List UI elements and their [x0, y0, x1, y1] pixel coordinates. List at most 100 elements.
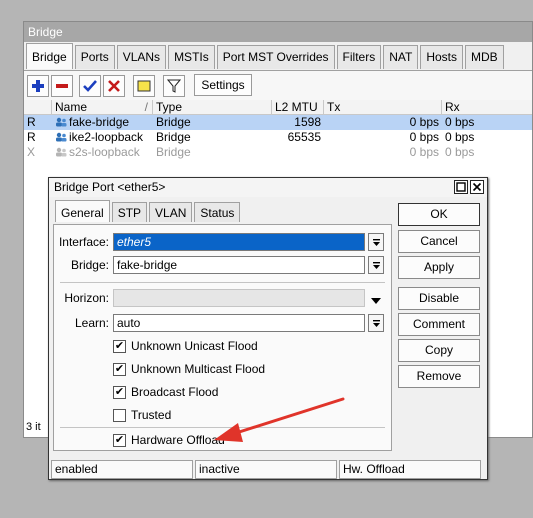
unknown-unicast-flood-checkbox[interactable]: ✔: [113, 340, 126, 353]
tab-status[interactable]: Status: [194, 202, 241, 222]
dialog-title: Bridge Port <ether5>: [54, 180, 166, 194]
tab-filters[interactable]: Filters: [336, 45, 382, 69]
ok-button[interactable]: OK: [398, 203, 480, 226]
interface-label: Interface:: [58, 235, 109, 249]
maximize-button[interactable]: [454, 180, 468, 194]
learn-dropdown-button[interactable]: [368, 314, 384, 332]
bridge-window-title: Bridge: [24, 22, 532, 42]
status-enabled: enabled: [51, 460, 193, 479]
maximize-icon: [456, 182, 466, 192]
hardware-offload-checkbox[interactable]: ✔: [113, 434, 126, 447]
apply-button[interactable]: Apply: [398, 256, 480, 279]
interface-select[interactable]: ether5: [113, 233, 365, 251]
settings-button[interactable]: Settings: [194, 74, 252, 96]
dialog-titlebar: Bridge Port <ether5>: [49, 178, 487, 197]
filter-button[interactable]: [163, 75, 185, 97]
divider: [60, 427, 385, 428]
enable-button[interactable]: [79, 75, 101, 97]
cancel-button[interactable]: Cancel: [398, 230, 480, 253]
table-row[interactable]: X s2s-loopback Bridge 0 bps 0 bps: [24, 145, 532, 160]
column-header-flag[interactable]: [24, 100, 52, 114]
tab-bridge[interactable]: Bridge: [26, 43, 73, 69]
tab-general[interactable]: General: [55, 200, 110, 222]
trusted-checkbox[interactable]: [113, 409, 126, 422]
item-count: 3 it: [26, 421, 41, 433]
copy-button[interactable]: Copy: [398, 339, 480, 362]
column-header-tx[interactable]: Tx: [324, 100, 442, 114]
disable-button[interactable]: [103, 75, 125, 97]
table-row[interactable]: R fake-bridge Bridge 1598 0 bps 0 bps: [24, 115, 532, 130]
status-hw-offload: Hw. Offload: [339, 460, 481, 479]
bridge-interface-icon: [56, 147, 67, 157]
checkmark-icon: [83, 80, 97, 92]
column-header-type[interactable]: Type: [153, 100, 272, 114]
comment-button[interactable]: [133, 75, 155, 97]
bridge-select[interactable]: fake-bridge: [113, 256, 365, 274]
disable-button[interactable]: Disable: [398, 287, 480, 310]
horizon-label: Horizon:: [64, 291, 109, 305]
trusted-label: Trusted: [131, 408, 172, 422]
status-running: inactive: [195, 460, 337, 479]
interface-dropdown-button[interactable]: [368, 233, 384, 251]
tab-nat[interactable]: NAT: [383, 45, 419, 69]
row-tx: 0 bps: [409, 130, 439, 144]
bridge-label: Bridge:: [70, 258, 109, 272]
row-l2mtu: [272, 145, 324, 160]
unknown-unicast-flood-label: Unknown Unicast Flood: [131, 339, 258, 353]
column-header-name[interactable]: Name /: [52, 100, 153, 114]
tab-vlan[interactable]: VLAN: [149, 202, 193, 222]
row-l2mtu: 1598: [294, 115, 321, 129]
bridge-interface-icon: [56, 117, 67, 127]
toolbar: Settings: [24, 70, 532, 100]
tab-mdb[interactable]: MDB: [465, 45, 504, 69]
horizon-input[interactable]: [113, 289, 365, 307]
tab-ports[interactable]: Ports: [74, 45, 115, 69]
dropdown-arrow-icon: [372, 261, 380, 269]
table-row[interactable]: R ike2-loopback Bridge 65535 0 bps 0 bps: [24, 130, 532, 145]
close-button[interactable]: [470, 180, 484, 194]
table-header: Name / Type L2 MTU Tx Rx: [24, 100, 532, 115]
comment-button[interactable]: Comment: [398, 313, 480, 336]
divider: [60, 282, 385, 283]
row-flag: R: [27, 115, 36, 129]
row-tx: 0 bps: [409, 145, 439, 159]
row-rx: 0 bps: [445, 145, 475, 159]
tab-vlans[interactable]: VLANs: [116, 45, 167, 69]
unknown-multicast-flood-checkbox[interactable]: ✔: [113, 363, 126, 376]
row-type: Bridge: [156, 130, 191, 144]
remove-button[interactable]: [51, 75, 73, 97]
broadcast-flood-checkbox[interactable]: ✔: [113, 386, 126, 399]
remove-button[interactable]: Remove: [398, 365, 480, 388]
triangle-down-icon: [371, 298, 381, 304]
bridge-interface-icon: [56, 132, 67, 142]
hardware-offload-label: Hardware Offload: [131, 433, 225, 447]
column-header-rx[interactable]: Rx: [442, 100, 532, 114]
checkmark-icon: ✔: [114, 363, 125, 375]
sort-indicator-icon: /: [144, 100, 148, 114]
unknown-multicast-flood-label: Unknown Multicast Flood: [131, 362, 266, 376]
row-flag: R: [27, 130, 36, 144]
tab-hosts[interactable]: Hosts: [420, 45, 464, 69]
row-name: fake-bridge: [52, 115, 153, 130]
filter-icon: [167, 79, 181, 93]
row-name: ike2-loopback: [52, 130, 153, 145]
row-tx: 0 bps: [409, 115, 439, 129]
tab-port-mst-overrides[interactable]: Port MST Overrides: [216, 45, 335, 69]
column-header-l2mtu[interactable]: L2 MTU: [272, 100, 324, 114]
bridge-dropdown-button[interactable]: [368, 256, 384, 274]
checkmark-icon: ✔: [114, 434, 125, 446]
tab-mstis[interactable]: MSTIs: [168, 45, 215, 69]
learn-select[interactable]: auto: [113, 314, 365, 332]
row-rx: 0 bps: [445, 115, 475, 129]
row-type: Bridge: [156, 115, 191, 129]
add-button[interactable]: [27, 75, 49, 97]
bridge-port-dialog: Bridge Port <ether5> General STP VLAN St…: [48, 177, 488, 480]
horizon-expand-button[interactable]: [371, 294, 381, 308]
row-flag: X: [27, 145, 36, 159]
learn-label: Learn:: [74, 316, 109, 330]
row-rx: 0 bps: [445, 130, 475, 144]
note-icon: [137, 80, 151, 92]
minus-icon: [56, 84, 68, 88]
general-panel: Interface: ether5 Bridge: fake-bridge Ho…: [53, 224, 392, 451]
tab-stp[interactable]: STP: [111, 202, 148, 222]
